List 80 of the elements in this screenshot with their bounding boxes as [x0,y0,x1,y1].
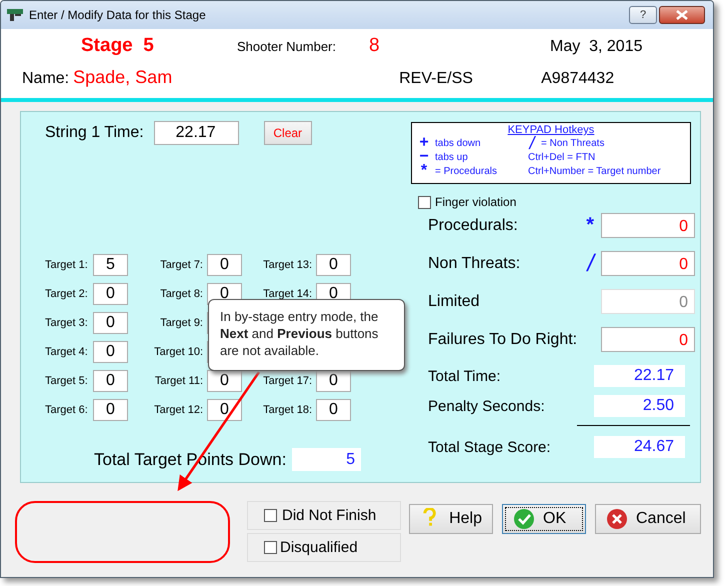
shooter-number-label: Shooter Number: [237,39,337,54]
target-field[interactable]: 0 [316,370,351,392]
target-field[interactable]: 0 [93,370,128,392]
hotkey-glyph: * [420,164,428,178]
stage-title: Stage 5 [81,35,155,57]
target-label: Target 14: [262,288,312,300]
penalty-label: Procedurals: [428,216,519,234]
target-label: Target 13: [262,259,312,271]
hotkey-glyph: * [585,214,594,237]
shooter-number: 8 [369,35,381,57]
total-label: Total Stage Score: [428,438,552,456]
checkmark-icon [513,508,535,530]
hotkey-glyph: / [585,250,594,278]
hotkey-glyph: − [418,150,430,164]
hotkey-glyph: / [528,136,536,150]
total-points-value: 5 [292,448,361,471]
string-time-label: String 1 Time: [45,124,144,142]
target-field[interactable]: 0 [93,399,128,421]
hotkey-text: Ctrl+Del = FTN [528,152,596,162]
target-label: Target 12: [153,404,203,416]
match-date: May 3, 2015 [550,38,642,56]
hotkey-text: tabs up [435,152,468,162]
close-icon [676,10,688,20]
target-label: Target 18: [262,404,312,416]
total-value: 24.67 [594,436,685,458]
target-label: Target 1: [45,259,89,271]
hotkey-text: tabs down [435,138,481,148]
total-label: Total Time: [428,368,502,384]
window-title: Enter / Modify Data for this Stage [29,8,207,22]
ok-button[interactable]: OK [502,504,586,534]
penalty-field: 0 [601,289,695,314]
penalty-label: Failures To Do Right: [428,330,578,348]
callout-tooltip: In by-stage entry mode, the Next and Previous buttons are not available. [208,299,405,371]
total-value: 22.17 [594,365,685,387]
division-text: REV-E/SS [399,70,474,88]
target-field[interactable]: 0 [93,341,128,363]
target-label: Target 4: [45,346,89,358]
target-field[interactable]: 0 [316,254,351,276]
hotkey-text: = Non Threats [541,138,604,148]
total-label: Penalty Seconds: [428,398,546,414]
help-button[interactable]: ? [629,6,657,24]
target-label: Target 7: [159,259,203,271]
hotkey-text: Ctrl+Number = Target number [528,166,661,176]
penalty-field[interactable]: 0 [601,251,695,276]
target-label: Target 8: [159,288,203,300]
target-label: Target 5: [45,375,89,387]
penalty-label: Non Threats: [428,254,522,272]
string-time-field[interactable]: 22.17 [154,121,239,145]
help-button[interactable]: Help [409,504,493,534]
target-field[interactable]: 0 [316,399,351,421]
member-id: A9874432 [541,70,614,88]
hotkey-glyph: + [418,136,430,150]
cancel-button[interactable]: Cancel [595,504,701,534]
target-label: Target 17: [262,375,312,387]
target-field[interactable]: 0 [207,399,242,421]
shooter-name: Spade, Sam [73,67,174,88]
target-label: Target 9: [159,317,203,329]
total-value: 2.50 [594,395,685,417]
target-label: Target 10: [153,346,203,358]
name-label: Name: [22,70,70,88]
app-icon [7,9,23,21]
penalty-field[interactable]: 0 [601,213,695,238]
did-not-finish-checkbox[interactable]: Did Not Finish [247,501,401,530]
penalty-label: Limited [428,292,481,310]
penalty-field[interactable]: 0 [601,327,695,352]
close-button[interactable] [659,6,705,24]
target-field[interactable]: 0 [93,283,128,305]
target-label: Target 11: [154,375,203,387]
target-field[interactable]: 0 [207,254,242,276]
cancel-icon [606,508,628,530]
target-label: Target 3: [45,317,89,329]
target-field[interactable]: 0 [207,370,242,392]
target-label: Target 2: [45,288,89,300]
hotkey-text: = Procedurals [435,166,497,176]
target-field[interactable]: 0 [93,312,128,334]
hotkeys-title: KEYPAD Hotkeys [506,124,596,136]
target-label: Target 6: [45,404,89,416]
finger-violation-checkbox[interactable]: Finger violation [418,195,700,209]
target-field[interactable]: 5 [93,254,128,276]
disqualified-checkbox[interactable]: Disqualified [247,533,401,562]
